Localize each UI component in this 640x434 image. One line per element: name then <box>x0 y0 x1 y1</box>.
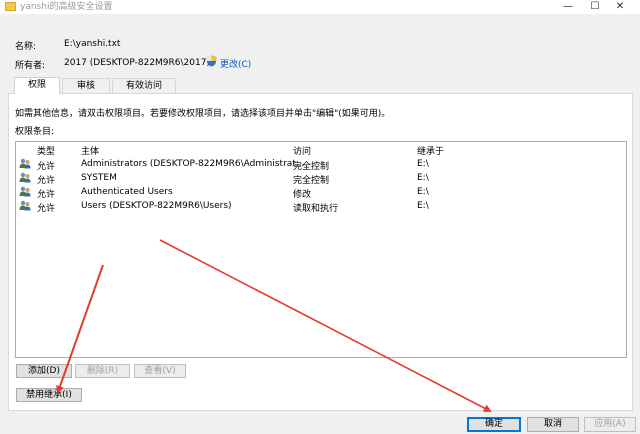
window-title: yanshi的高级安全设置 <box>20 2 113 12</box>
table-row[interactable]: 允许 Users (DESKTOP-822M9R6\Users) 读取和执行 E… <box>16 199 626 214</box>
name-value: E:\yanshi.txt <box>64 39 121 49</box>
cancel-button[interactable]: 取消 <box>527 417 579 432</box>
table-row[interactable]: 允许 SYSTEM 完全控制 E:\ <box>16 171 626 186</box>
table-row[interactable]: 允许 Authenticated Users 修改 E:\ <box>16 185 626 200</box>
apply-button[interactable]: 应用(A) <box>584 417 636 432</box>
title-bar: yanshi的高级安全设置 — ☐ ✕ <box>0 0 640 14</box>
row-access: 读取和执行 <box>293 204 339 214</box>
permission-entries-label: 权限条目: <box>15 127 55 137</box>
user-group-icon <box>19 186 31 197</box>
column-header-principal[interactable]: 主体 <box>81 144 99 157</box>
name-label: 名称: <box>15 42 37 52</box>
tab-auditing[interactable]: 审核 <box>62 78 110 93</box>
row-inherited-from: E:\ <box>417 159 429 169</box>
user-group-icon <box>19 158 31 169</box>
row-principal: Authenticated Users <box>81 187 173 197</box>
add-button[interactable]: 添加(D) <box>16 364 72 378</box>
owner-value: 2017 (DESKTOP-822M9R6\2017) <box>64 58 210 68</box>
row-type: 允许 <box>37 204 56 214</box>
row-inherited-from: E:\ <box>417 173 429 183</box>
info-text: 如需其他信息，请双击权限项目。若要修改权限项目，请选择该项目并单击"编辑"(如果… <box>15 109 391 119</box>
owner-label: 所有者: <box>15 61 46 71</box>
column-header-type[interactable]: 类型 <box>37 144 55 157</box>
row-principal: Users (DESKTOP-822M9R6\Users) <box>81 201 232 211</box>
folder-icon <box>5 2 16 11</box>
ok-button[interactable]: 确定 <box>467 417 521 432</box>
tab-effective-access[interactable]: 有效访问 <box>112 78 176 93</box>
disable-inheritance-button[interactable]: 禁用继承(I) <box>16 388 82 402</box>
remove-button[interactable]: 删除(R) <box>75 364 130 378</box>
close-button[interactable]: ✕ <box>600 0 640 14</box>
list-header: 类型 主体 访问 继承于 <box>16 142 626 157</box>
row-principal: Administrators (DESKTOP-822M9R6\Administ… <box>81 159 305 169</box>
view-button[interactable]: 查看(V) <box>134 364 186 378</box>
row-principal: SYSTEM <box>81 173 117 183</box>
user-group-icon <box>19 200 31 211</box>
row-inherited-from: E:\ <box>417 201 429 211</box>
table-row[interactable]: 允许 Administrators (DESKTOP-822M9R6\Admin… <box>16 157 626 172</box>
user-group-icon <box>19 172 31 183</box>
column-header-access[interactable]: 访问 <box>293 144 311 157</box>
row-inherited-from: E:\ <box>417 187 429 197</box>
column-header-inherited-from[interactable]: 继承于 <box>417 144 444 157</box>
permission-entries-list[interactable]: 类型 主体 访问 继承于 允许 Administrators (DESKTOP-… <box>15 141 627 358</box>
change-owner-link[interactable]: 更改(C) <box>220 57 251 70</box>
shield-icon <box>206 55 217 67</box>
tab-permissions[interactable]: 权限 <box>14 77 60 94</box>
